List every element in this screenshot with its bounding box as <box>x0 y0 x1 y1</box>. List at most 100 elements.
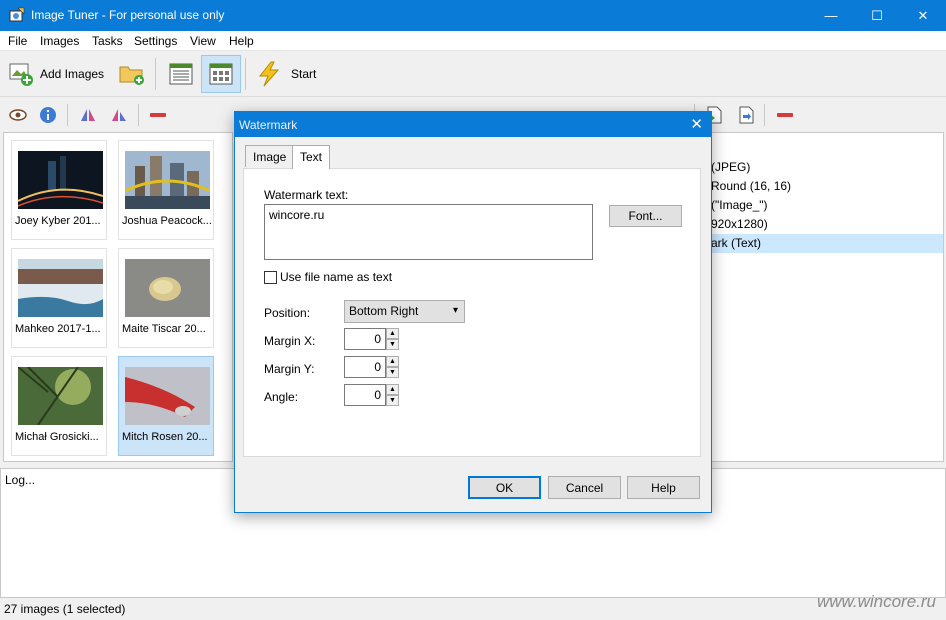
menu-help[interactable]: Help <box>229 34 254 48</box>
cancel-button[interactable]: Cancel <box>548 476 621 499</box>
site-watermark: www.wincore.ru <box>816 592 936 611</box>
log-text: Log... <box>5 473 36 487</box>
menu-tasks[interactable]: Tasks <box>92 34 123 48</box>
add-images-label: Add Images <box>40 67 105 81</box>
spin-up-icon[interactable]: ▲ <box>386 356 399 367</box>
tab-text[interactable]: Text <box>292 145 331 169</box>
dialog-close-button[interactable]: ✕ <box>690 115 703 133</box>
add-folder-button[interactable] <box>118 55 146 93</box>
thumbnail-panel: Joey Kyber 201... Joshua Peacock... Mahk… <box>3 132 233 462</box>
menu-settings[interactable]: Settings <box>134 34 177 48</box>
status-bar: 27 images (1 selected) <box>0 599 946 620</box>
thumbnail-item[interactable]: Michał Grosicki... <box>11 356 107 456</box>
thumbnail-item[interactable]: Maite Tiscar 20... <box>118 248 214 348</box>
property-row[interactable]: ("Image_") <box>711 198 768 212</box>
remove-task-icon[interactable] <box>776 106 794 124</box>
thumbnail-item[interactable]: Mitch Rosen 20... <box>118 356 214 456</box>
margin-y-label: Margin Y: <box>264 362 315 376</box>
thumbnail-caption: Joey Kyber 201... <box>15 215 101 227</box>
rotate-icon[interactable] <box>110 106 128 124</box>
app-icon <box>9 7 25 22</box>
watermark-dialog: Watermark ✕ Image Text Watermark text: w… <box>234 111 712 513</box>
main-toolbar: Add Images Start <box>0 52 946 97</box>
thumbnail-caption: Maite Tiscar 20... <box>122 323 206 335</box>
list-view-button[interactable] <box>164 55 198 93</box>
maximize-button[interactable]: ☐ <box>854 0 900 31</box>
tab-image[interactable]: Image <box>245 145 295 167</box>
start-label: Start <box>291 67 317 81</box>
export-task-icon[interactable] <box>737 106 755 124</box>
thumbnail-caption: Joshua Peacock... <box>122 215 212 227</box>
menu-images[interactable]: Images <box>40 34 79 48</box>
toolbar-separator <box>764 104 765 126</box>
font-button[interactable]: Font... <box>609 205 682 227</box>
start-button[interactable]: Start <box>256 55 316 93</box>
thumbnail-image <box>18 259 103 317</box>
spin-up-icon[interactable]: ▲ <box>386 384 399 395</box>
property-row[interactable]: (JPEG) <box>711 160 750 174</box>
property-row[interactable]: 920x1280) <box>711 217 768 231</box>
dialog-title: Watermark <box>239 118 298 132</box>
close-button[interactable]: ✕ <box>900 0 946 31</box>
add-images-button[interactable]: Add Images <box>8 55 104 93</box>
property-row[interactable]: Round (16, 16) <box>711 179 791 193</box>
toolbar-separator <box>155 58 156 90</box>
thumbnail-view-button[interactable] <box>201 55 241 93</box>
angle-input[interactable]: 0 <box>344 384 386 406</box>
position-select[interactable]: Bottom Right ▾ <box>344 300 465 323</box>
thumbnail-image <box>125 151 210 209</box>
thumbnail-item[interactable]: Joshua Peacock... <box>118 140 214 240</box>
thumbnail-caption: Mahkeo 2017-1... <box>15 323 101 335</box>
spin-down-icon[interactable]: ▼ <box>386 395 399 406</box>
position-label: Position: <box>264 306 311 320</box>
thumbnail-caption: Mitch Rosen 20... <box>122 431 208 443</box>
toolbar-separator <box>67 104 68 126</box>
spin-up-icon[interactable]: ▲ <box>386 328 399 339</box>
angle-label: Angle: <box>264 390 299 404</box>
angle-stepper[interactable]: ▲ ▼ <box>386 384 399 406</box>
thumbnail-image <box>125 367 210 425</box>
margin-y-stepper[interactable]: ▲ ▼ <box>386 356 399 378</box>
use-filename-label: Use file name as text <box>280 270 393 284</box>
thumbnail-caption: Michał Grosicki... <box>15 431 99 443</box>
info-icon[interactable] <box>39 106 57 124</box>
spin-down-icon[interactable]: ▼ <box>386 367 399 378</box>
watermark-text-label: Watermark text: <box>264 188 349 202</box>
thumbnail-view-icon <box>209 63 233 85</box>
preview-eye-icon[interactable] <box>9 106 27 124</box>
menu-view[interactable]: View <box>190 34 216 48</box>
minimize-button[interactable]: — <box>808 0 854 31</box>
help-button[interactable]: Help <box>627 476 700 499</box>
tab-panel: Watermark text: wincore.ru Font... Use f… <box>243 168 701 457</box>
menu-bar: File Images Tasks Settings View Help <box>0 31 946 51</box>
margin-x-stepper[interactable]: ▲ ▼ <box>386 328 399 350</box>
chevron-down-icon: ▾ <box>452 305 458 316</box>
title-bar: Image Tuner - For personal use only — ☐ … <box>0 0 946 31</box>
margin-x-label: Margin X: <box>264 334 316 348</box>
thumbnail-item[interactable]: Mahkeo 2017-1... <box>11 248 107 348</box>
remove-icon[interactable] <box>149 106 167 124</box>
thumbnail-item[interactable]: Joey Kyber 201... <box>11 140 107 240</box>
window-title: Image Tuner - For personal use only <box>31 8 225 22</box>
task-properties-panel: (JPEG) Round (16, 16) ("Image_") 920x128… <box>700 132 944 462</box>
add-folder-icon <box>119 66 144 85</box>
spin-down-icon[interactable]: ▼ <box>386 339 399 350</box>
toolbar-separator <box>245 58 246 90</box>
margin-y-input[interactable]: 0 <box>344 356 386 378</box>
menu-file[interactable]: File <box>8 34 27 48</box>
ok-button[interactable]: OK <box>468 476 541 499</box>
thumbnail-image <box>125 259 210 317</box>
flip-horizontal-icon[interactable] <box>79 106 97 124</box>
thumbnail-image <box>18 367 103 425</box>
use-filename-checkbox[interactable] <box>264 271 277 284</box>
add-images-icon <box>9 63 33 86</box>
thumbnail-image <box>18 151 103 209</box>
lightning-icon <box>258 61 280 87</box>
list-view-icon <box>169 63 193 85</box>
watermark-text-input[interactable]: wincore.ru <box>264 204 593 260</box>
dialog-title-bar: Watermark ✕ <box>235 112 711 137</box>
status-text: 27 images (1 selected) <box>4 602 126 616</box>
toolbar-separator <box>138 104 139 126</box>
margin-x-input[interactable]: 0 <box>344 328 386 350</box>
property-row-selected[interactable]: ark (Text) <box>701 234 943 253</box>
